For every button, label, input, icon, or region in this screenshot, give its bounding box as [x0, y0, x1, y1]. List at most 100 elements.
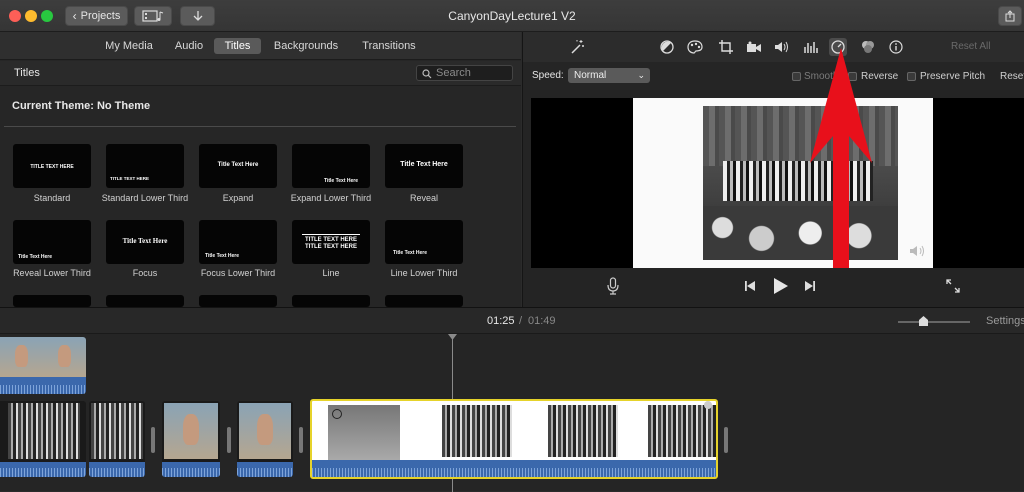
tile-preview-text: TITLE TEXT HERE	[110, 176, 150, 181]
share-button[interactable]	[998, 6, 1022, 26]
tile-preview-text: TITLE TEXT HERE	[304, 237, 357, 243]
magic-wand-icon[interactable]	[568, 38, 586, 56]
connected-clip[interactable]	[0, 337, 86, 394]
tile-label-focus-lower-third: Focus Lower Third	[200, 268, 276, 278]
tab-audio[interactable]: Audio	[170, 38, 208, 54]
preserve-pitch-checkbox[interactable]	[907, 72, 916, 81]
title-tile-standard[interactable]: TITLE TEXT HERE	[13, 144, 91, 188]
settings-button[interactable]: Settings	[986, 315, 1024, 327]
tile-label-reveal-lower-third: Reveal Lower Third	[13, 268, 91, 278]
tile-preview-text: Title Text Here	[122, 237, 168, 245]
transition-marker[interactable]	[151, 427, 155, 453]
video-camera-icon[interactable]	[745, 38, 763, 56]
speed-controls: Speed: Normal ⌄ Smooth Reverse Preserve …	[523, 62, 1024, 90]
viewer-pane: Reset All Speed: Normal ⌄ Smooth Reverse…	[522, 32, 1024, 307]
preview-frame	[633, 98, 933, 268]
tile-preview-text: Title Text Here	[18, 254, 52, 260]
title-tile-reveal[interactable]: Title Text Here	[385, 144, 463, 188]
transition-marker[interactable]	[724, 427, 728, 453]
search-input[interactable]: Search	[416, 65, 513, 81]
title-tile-line[interactable]: TITLE TEXT HERE TITLE TEXT HERE	[292, 220, 370, 264]
microphone-icon[interactable]	[607, 277, 619, 295]
tile-preview-text: Title Text Here	[393, 250, 427, 256]
audio-waveform	[162, 462, 220, 477]
color-palette-icon[interactable]	[686, 38, 704, 56]
title-tile-row3-5[interactable]	[385, 295, 463, 307]
title-tile-focus[interactable]: Title Text Here	[106, 220, 184, 264]
color-balance-icon[interactable]	[658, 38, 676, 56]
title-tile-standard-lower-third[interactable]: TITLE TEXT HERE	[106, 144, 184, 188]
tile-label-line-lower-third: Line Lower Third	[390, 268, 458, 278]
storyline-clip-3[interactable]	[162, 401, 220, 477]
title-tile-row3-2[interactable]	[106, 295, 184, 307]
storyline-clip-4[interactable]	[237, 401, 293, 477]
zoom-slider-track[interactable]	[898, 321, 970, 323]
total-time: 01:49	[528, 315, 556, 327]
tile-label-expand-lower-third: Expand Lower Third	[290, 193, 372, 203]
audio-waveform	[89, 462, 145, 477]
red-annotation-arrow	[810, 48, 872, 268]
clip-thumbnail	[164, 403, 218, 459]
tab-my-media[interactable]: My Media	[101, 38, 157, 54]
title-tile-row3-4[interactable]	[292, 295, 370, 307]
preserve-pitch-label: Preserve Pitch	[920, 71, 986, 82]
tile-preview-text: Title Text Here	[324, 178, 358, 184]
content-browser: My Media Audio Titles Backgrounds Transi…	[0, 32, 521, 307]
speed-label: Speed:	[532, 70, 564, 81]
audio-waveform	[0, 377, 86, 394]
storyline-clip-1[interactable]	[0, 401, 86, 477]
tile-preview-text-2: TITLE TEXT HERE	[304, 244, 357, 250]
skip-forward-icon[interactable]	[804, 280, 816, 292]
title-tile-expand-lower-third[interactable]: Title Text Here	[292, 144, 370, 188]
skip-back-icon[interactable]	[744, 280, 756, 292]
zoom-slider-thumb[interactable]	[919, 316, 928, 326]
playhead-handle[interactable]	[448, 334, 457, 340]
tile-label-line: Line	[322, 268, 340, 278]
transition-marker[interactable]	[299, 427, 303, 453]
timeline: 01:25 / 01:49 Settings	[0, 307, 1024, 492]
search-placeholder: Search	[436, 67, 471, 79]
audio-waveform	[237, 462, 293, 477]
tab-titles[interactable]: Titles	[214, 38, 261, 54]
info-icon[interactable]	[887, 38, 905, 56]
reset-button[interactable]: Reset	[1000, 71, 1024, 82]
title-tile-row3-3[interactable]	[199, 295, 277, 307]
speed-value: Normal	[574, 70, 607, 81]
storyline-clip-2[interactable]	[89, 401, 145, 477]
crop-icon[interactable]	[717, 38, 735, 56]
reset-all-button[interactable]: Reset All	[951, 41, 990, 52]
clip-thumbnail	[91, 403, 143, 459]
titles-header: Titles Search	[0, 61, 521, 86]
tab-backgrounds[interactable]: Backgrounds	[270, 38, 342, 54]
title-tile-focus-lower-third[interactable]: Title Text Here	[199, 220, 277, 264]
transition-marker[interactable]	[227, 427, 231, 453]
tile-label-focus: Focus	[132, 268, 158, 278]
clip-thumbnail-titled	[328, 405, 400, 461]
speed-handle[interactable]	[704, 401, 712, 409]
speed-select[interactable]: Normal ⌄	[568, 68, 650, 83]
clip-thumbnail	[239, 403, 291, 459]
title-tile-row3-1[interactable]	[13, 295, 91, 307]
title-tile-reveal-lower-third[interactable]: Title Text Here	[13, 220, 91, 264]
tile-label-expand: Expand	[222, 193, 254, 203]
volume-icon[interactable]	[773, 38, 791, 56]
smooth-checkbox[interactable]	[792, 72, 801, 81]
fullscreen-icon[interactable]	[946, 279, 960, 293]
tab-transitions[interactable]: Transitions	[358, 38, 420, 54]
tile-preview-text: Title Text Here	[400, 161, 448, 168]
audio-waveform	[0, 462, 86, 477]
theme-divider	[4, 126, 516, 127]
adjustments-bar: Reset All	[523, 32, 1024, 62]
play-icon[interactable]	[773, 277, 789, 295]
title-tile-line-lower-third[interactable]: Title Text Here	[385, 220, 463, 264]
search-icon	[422, 69, 432, 79]
browser-tab-bar: My Media Audio Titles Backgrounds Transi…	[0, 32, 521, 60]
selected-clip[interactable]	[310, 399, 718, 479]
clip-thumbnail	[648, 405, 716, 457]
chevron-down-icon: ⌄	[637, 70, 645, 80]
tile-preview-text: TITLE TEXT HERE	[30, 164, 74, 170]
title-tile-expand[interactable]: Title Text Here	[199, 144, 277, 188]
tile-line-rule	[302, 234, 360, 235]
clip-thumbnail	[0, 337, 43, 377]
mute-speaker-icon	[910, 245, 924, 257]
